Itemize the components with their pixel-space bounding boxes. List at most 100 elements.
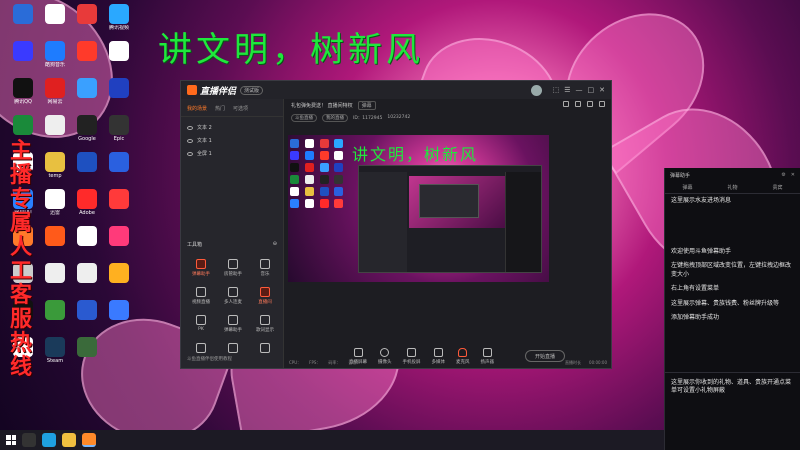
vertical-overlay-text: 主播专属人工客服热线 [10, 139, 33, 380]
tab-gifts[interactable]: 礼物 [727, 184, 737, 191]
app-icon [77, 4, 97, 24]
app-icon [45, 189, 65, 209]
preview-icon [319, 151, 329, 160]
toolbox-item[interactable]: 歌词显示 [249, 315, 281, 333]
tool-icon [260, 259, 270, 269]
speaker-icon [482, 347, 492, 357]
notification-icon[interactable] [599, 101, 605, 107]
status-bar: CPU： FPS： 码率： 丢帧： 直播时长 00:00:00 [285, 358, 611, 368]
live-companion-window: 直播伴侣 测试版 ⬚ ☰ — □ ✕ 我的场景 热门 可选项 文本 2 文本 1… [180, 80, 612, 369]
stream-preview[interactable]: 讲文明，树新风 [288, 135, 549, 282]
toolbox-item[interactable] [185, 343, 217, 355]
guide-line: 左键拖拽顶部区域改变位置，左键拉拽边框改变大小 [671, 262, 792, 278]
desktop-icon[interactable] [100, 226, 138, 247]
room-title[interactable]: 礼包弹免费送！ 直播间特权 [291, 102, 353, 109]
desktop-icon[interactable] [100, 41, 138, 62]
tab-options[interactable]: 可选项 [233, 105, 248, 112]
eye-icon[interactable] [187, 151, 193, 156]
taskbar [0, 430, 664, 450]
minimize-icon[interactable]: — [576, 86, 583, 94]
desktop-icon[interactable]: 腾讯视频 [100, 4, 138, 31]
room-tag[interactable]: 弹幕 [357, 101, 376, 110]
search-icon[interactable] [22, 433, 36, 447]
tool-icon [196, 287, 206, 297]
desktop-icon[interactable] [100, 300, 138, 321]
close-icon[interactable]: ✕ [599, 86, 605, 94]
window-controls: ⬚ ☰ — □ ✕ [530, 84, 605, 96]
edge-icon[interactable] [42, 433, 56, 447]
desktop-icon[interactable] [100, 263, 138, 284]
toolbox-item[interactable] [249, 343, 281, 355]
toolbox-item[interactable]: 视频直播 [185, 287, 217, 305]
chat-divider [665, 371, 800, 373]
enter-message: 这里展示水友进场消息 [671, 197, 732, 204]
menu-icon[interactable]: ☰ [564, 86, 570, 94]
app-icon [77, 41, 97, 61]
toolbox-item[interactable] [217, 343, 249, 355]
preview-icon [290, 151, 299, 160]
chat-header: 弹幕助手 ⚙ ✕ [665, 168, 800, 182]
tool-icon [260, 343, 270, 353]
tool-label: 弹幕助手 [224, 328, 242, 333]
app-icon [13, 4, 33, 24]
category-pill[interactable]: 斗鱼直播 [291, 113, 317, 122]
close-icon[interactable]: ✕ [791, 172, 795, 178]
tab-danmaku[interactable]: 弹幕 [682, 184, 692, 191]
scene-item[interactable]: 文本 1 [187, 134, 277, 147]
folder-icon[interactable] [62, 433, 76, 447]
app-icon [77, 189, 97, 209]
tab-vip[interactable]: 贵宾 [772, 184, 782, 191]
live-companion-taskbar-icon[interactable] [82, 433, 96, 447]
app-logo: 直播伴侣 [187, 84, 236, 97]
preview-icon [319, 175, 329, 184]
settings-icon[interactable] [575, 101, 581, 107]
tool-label: 视频直播 [192, 300, 210, 305]
app-icon [45, 300, 65, 320]
app-icon [109, 263, 129, 283]
desktop-icon[interactable] [100, 152, 138, 173]
toolbox-item[interactable]: 音乐 [249, 259, 281, 277]
guide-line: 右上角有设置菜单 [671, 285, 720, 292]
scene-item[interactable]: 文本 2 [187, 121, 277, 134]
start-icon[interactable] [6, 435, 16, 445]
maximize-icon[interactable]: □ [588, 86, 595, 94]
preview-nested-app [358, 165, 542, 273]
app-icon [109, 78, 129, 98]
desktop-icon[interactable] [100, 78, 138, 99]
share-icon[interactable] [563, 101, 569, 107]
app-icon [109, 226, 129, 246]
scene-item[interactable]: 全屏 1 [187, 147, 277, 160]
tool-label: 音乐 [260, 272, 270, 277]
tab-hot[interactable]: 热门 [215, 105, 225, 112]
preview-icon [304, 187, 314, 196]
app-icon [109, 115, 129, 135]
desktop-icon[interactable]: Epic [100, 115, 138, 142]
version-badge[interactable]: 测试版 [240, 85, 264, 95]
app-icon [45, 4, 65, 24]
toolbox-item[interactable]: 弹幕助手 [185, 259, 217, 277]
tutorial-link[interactable]: 斗鱼直播伴侣使用教程 [187, 356, 232, 362]
app-icon [77, 78, 97, 98]
titlebar: 直播伴侣 测试版 ⬚ ☰ — □ ✕ [181, 81, 611, 99]
toolbox-item[interactable]: 弹幕助手 [217, 315, 249, 333]
tab-my-scenes[interactable]: 我的场景 [187, 105, 207, 112]
eye-icon[interactable] [187, 138, 193, 143]
toolbox-more-icon[interactable]: ⊖ [273, 241, 277, 248]
avatar[interactable] [530, 84, 542, 96]
toolbox-item[interactable]: 多人连麦 [217, 287, 249, 305]
toolbox-grid: 弹幕助手 房管助手 音乐 视频直播 多人连麦 直播间 PK 弹幕助手 歌词显示 [185, 259, 281, 355]
eye-icon[interactable] [187, 125, 193, 130]
toolbox-item[interactable]: 房管助手 [217, 259, 249, 277]
toolbox-item[interactable]: 直播间 [249, 287, 281, 305]
tool-icon [196, 259, 206, 269]
desktop-icon[interactable] [100, 189, 138, 210]
desktop-icon[interactable] [68, 337, 106, 358]
skin-icon[interactable]: ⬚ [553, 86, 560, 94]
scene-panel: 我的场景 热门 可选项 文本 2 文本 1 全屏 1 工具箱 ⊖ 弹幕助手 房管助… [181, 99, 284, 368]
record-icon[interactable] [587, 101, 593, 107]
app-icon [13, 115, 33, 135]
my-live-pill[interactable]: 我的直播 [322, 113, 348, 122]
gear-icon[interactable]: ⚙ [781, 172, 785, 178]
preview-desktop-icons [290, 139, 346, 208]
toolbox-item[interactable]: PK [185, 315, 217, 333]
